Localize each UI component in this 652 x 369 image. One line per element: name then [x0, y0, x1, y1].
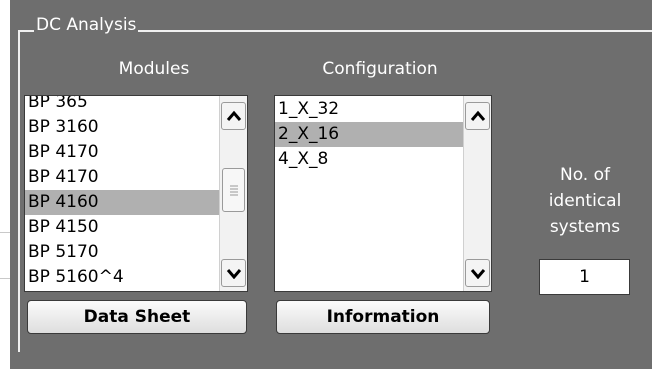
list-item[interactable]: BP 365 [25, 96, 219, 115]
modules-title: Modules [118, 59, 190, 79]
data-sheet-button[interactable]: Data Sheet [27, 300, 247, 334]
list-item[interactable]: 4_X_8 [275, 147, 463, 172]
modules-scroll-thumb[interactable] [222, 168, 245, 212]
list-item[interactable]: 2_X_16 [275, 122, 463, 147]
list-item[interactable]: BP 5170 [25, 240, 219, 265]
strip-divider [0, 278, 10, 279]
configuration-scroll-up-button[interactable] [465, 102, 490, 130]
label-line: No. of [559, 165, 610, 185]
configuration-listbox[interactable]: 1_X_32 2_X_16 4_X_8 [274, 95, 492, 292]
list-item[interactable]: BP 5160^4 [25, 265, 219, 290]
modules-listbox[interactable]: BP 365 BP 3160 BP 4170 BP 4170 BP 4160 BP 415… [24, 95, 248, 292]
chevron-up-icon [470, 110, 485, 121]
modules-scroll-up-button[interactable] [221, 102, 246, 130]
list-item[interactable]: BP 4160 [25, 190, 219, 215]
label-line: identical [548, 191, 622, 211]
label-line: systems [549, 217, 621, 237]
modules-list: BP 365 BP 3160 BP 4170 BP 4170 BP 4160 BP 415… [25, 96, 219, 291]
configuration-scrollbar[interactable] [463, 96, 491, 291]
chevron-down-icon [470, 269, 485, 279]
strip-divider [0, 232, 10, 233]
chevron-up-icon [226, 110, 241, 121]
configuration-scroll-down-button[interactable] [465, 259, 490, 287]
grip-icon [229, 185, 238, 196]
modules-scrollbar[interactable] [219, 96, 247, 291]
identical-systems-input[interactable]: 1 [539, 259, 630, 295]
identical-systems-label: No. of identical systems [520, 162, 650, 240]
modules-scroll-down-button[interactable] [221, 259, 246, 287]
groupbox-title: DC Analysis [34, 14, 139, 36]
information-button[interactable]: Information [276, 300, 490, 334]
list-item[interactable]: 1_X_32 [275, 97, 463, 122]
list-item[interactable]: BP 4170 [25, 165, 219, 190]
list-item[interactable]: BP 3160 [25, 115, 219, 140]
list-item[interactable]: BP 4170 [25, 140, 219, 165]
configuration-title: Configuration [322, 59, 438, 79]
dc-analysis-panel: DC Analysis Modules BP 365 BP 3160 BP 4170… [10, 0, 652, 369]
left-edge-strip [0, 0, 10, 369]
list-item[interactable]: BP 4150 [25, 215, 219, 240]
chevron-down-icon [226, 269, 241, 279]
configuration-list: 1_X_32 2_X_16 4_X_8 [275, 97, 463, 291]
